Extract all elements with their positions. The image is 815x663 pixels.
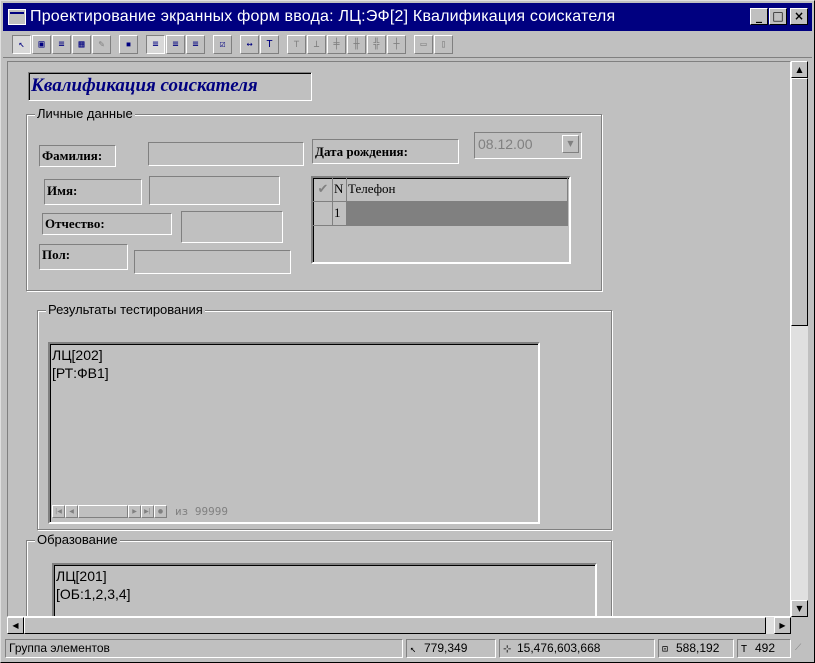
- record-count: из 99999: [175, 505, 228, 518]
- next-record-icon[interactable]: ▶: [128, 505, 141, 518]
- space-evenly-icon[interactable]: ┼: [387, 35, 406, 54]
- maximize-button[interactable]: □: [769, 8, 787, 25]
- same-height-icon[interactable]: ▯: [434, 35, 453, 54]
- birthdate-combo[interactable]: 08.12.00 ▼: [474, 132, 582, 159]
- birthdate-value: 08.12.00: [478, 136, 533, 152]
- scroll-left-icon[interactable]: ◀: [7, 617, 24, 634]
- horizontal-scroll-thumb[interactable]: [24, 617, 766, 634]
- distribute-h-icon[interactable]: ╫: [347, 35, 366, 54]
- design-canvas[interactable]: Квалификация соискателя Личные данные Фа…: [7, 61, 791, 617]
- save-icon[interactable]: ▪: [119, 35, 138, 54]
- status-size: ⊡ 588,192: [658, 639, 734, 658]
- disabled-tool-icon[interactable]: ✎: [92, 35, 111, 54]
- list-tool-icon[interactable]: ≡: [52, 35, 71, 54]
- education-legend: Образование: [35, 532, 120, 547]
- close-button[interactable]: ×: [790, 8, 808, 25]
- education-memo[interactable]: ЛЦ[201] [ОБ:1,2,3,4]: [52, 563, 597, 616]
- status-cursor: ↖ 779,349: [406, 639, 496, 658]
- last-record-icon[interactable]: ▶|: [141, 505, 154, 518]
- align-bottom-icon[interactable]: ⊥: [307, 35, 326, 54]
- status-selection: ⊹ 15,476,603,668: [499, 639, 655, 658]
- status-bar: Группа элементов ↖ 779,349 ⊹ 15,476,603,66…: [3, 638, 812, 660]
- personal-data-legend: Личные данные: [35, 106, 135, 121]
- grid-row-n: 1: [333, 202, 347, 226]
- window-title: Проектирование экранных форм ввода: ЛЦ:Э…: [30, 8, 616, 25]
- tests-memo-text: ЛЦ[202] [РТ:ФВ1]: [52, 347, 109, 381]
- distribute-v-icon[interactable]: ╬: [367, 35, 386, 54]
- chevron-down-icon[interactable]: ▼: [562, 135, 579, 153]
- education-memo-text: ЛЦ[201] [ОБ:1,2,3,4]: [56, 568, 131, 602]
- align-middle-icon[interactable]: ╪: [327, 35, 346, 54]
- first-record-icon[interactable]: |◀: [52, 505, 65, 518]
- vertical-scrollbar[interactable]: ▲ ▼: [791, 61, 808, 617]
- surname-label[interactable]: Фамилия:: [39, 145, 116, 167]
- new-record-icon[interactable]: ●: [154, 505, 167, 518]
- same-width-icon[interactable]: ▭: [414, 35, 433, 54]
- minimize-button[interactable]: _: [750, 8, 768, 25]
- text-size-icon: T: [741, 644, 748, 655]
- record-position-field[interactable]: [78, 505, 128, 518]
- form-heading[interactable]: Квалификация соискателя: [28, 72, 312, 101]
- phones-grid[interactable]: ✔ N Телефон 1: [311, 176, 571, 264]
- grid-cell-phone[interactable]: [347, 202, 568, 226]
- grid-col-n: N: [333, 178, 347, 202]
- window-menu-icon[interactable]: [8, 9, 26, 25]
- align-left-icon[interactable]: ≡: [146, 35, 165, 54]
- position-icon: ⊹: [503, 644, 512, 655]
- select-field-tool-icon[interactable]: ▣: [32, 35, 51, 54]
- birthdate-label[interactable]: Дата рождения:: [312, 139, 459, 164]
- tests-memo[interactable]: ЛЦ[202] [РТ:ФВ1] |◀ ◀ ▶ ▶| ● из 99999: [48, 342, 540, 524]
- designer-window: Проектирование экранных форм ввода: ЛЦ:Э…: [0, 0, 815, 663]
- resize-grip-icon[interactable]: ⟋: [795, 641, 809, 655]
- tests-legend: Результаты тестирования: [46, 302, 205, 317]
- size-min-icon[interactable]: ↔: [240, 35, 259, 54]
- status-extra: T 492: [737, 639, 791, 658]
- check-icon[interactable]: ☑: [213, 35, 232, 54]
- check-icon: ✔: [313, 178, 333, 202]
- horizontal-scrollbar[interactable]: ◀ ▶: [7, 617, 791, 634]
- align-top-icon[interactable]: ⊤: [287, 35, 306, 54]
- scroll-right-icon[interactable]: ▶: [774, 617, 791, 634]
- name-field[interactable]: [149, 176, 280, 205]
- grid-row-indicator: [313, 202, 333, 226]
- pointer-tool-icon[interactable]: ↖: [12, 35, 31, 54]
- align-center-icon[interactable]: ≡: [166, 35, 185, 54]
- name-label[interactable]: Имя:: [44, 179, 142, 205]
- vertical-scroll-thumb[interactable]: [791, 78, 808, 326]
- text-tool-icon[interactable]: T: [260, 35, 279, 54]
- grid-col-phone: Телефон: [347, 178, 568, 202]
- surname-field[interactable]: [148, 142, 304, 166]
- gender-field[interactable]: [134, 250, 291, 274]
- prev-record-icon[interactable]: ◀: [65, 505, 78, 518]
- cursor-icon: ↖: [410, 644, 417, 655]
- toolbar: ↖ ▣ ≡ ▦ ✎ ▪ ≡ ≡ ≡ ☑ ↔ T ⊤ ⊥ ╪ ╫ ╬ ┼ ▭ ▯: [3, 32, 812, 58]
- scroll-down-icon[interactable]: ▼: [791, 600, 808, 617]
- patronymic-field[interactable]: [181, 211, 283, 243]
- grid-tool-icon[interactable]: ▦: [72, 35, 91, 54]
- align-right-icon[interactable]: ≡: [186, 35, 205, 54]
- title-bar[interactable]: Проектирование экранных форм ввода: ЛЦ:Э…: [3, 3, 812, 31]
- scroll-up-icon[interactable]: ▲: [791, 61, 808, 78]
- patronymic-label[interactable]: Отчество:: [42, 213, 172, 235]
- gender-label[interactable]: Пол:: [39, 244, 128, 270]
- tests-navigator: |◀ ◀ ▶ ▶| ● из 99999: [52, 504, 228, 519]
- size-icon: ⊡: [662, 644, 669, 655]
- status-mode: Группа элементов: [5, 639, 403, 658]
